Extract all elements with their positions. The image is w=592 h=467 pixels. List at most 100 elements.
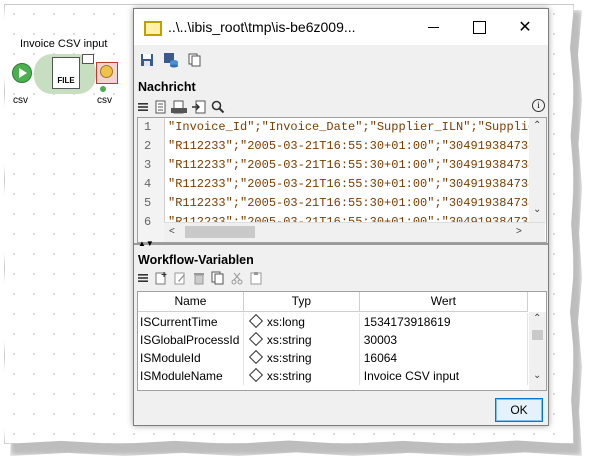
dialog-titlebar[interactable]: ..\..\ibis_root\tmp\is-be6z009... ✕ — [134, 9, 548, 45]
variables-toolbar — [137, 271, 263, 285]
ok-button[interactable]: OK — [495, 398, 543, 422]
info-icon[interactable]: i — [532, 99, 545, 112]
app-icon — [144, 21, 162, 36]
message-text-area[interactable]: 1 "Invoice_Id";"Invoice_Date";"Supplier_I… — [137, 117, 547, 243]
file-icon[interactable]: FILE — [52, 57, 80, 89]
close-button[interactable]: ✕ — [502, 9, 548, 45]
search-icon[interactable] — [211, 100, 225, 114]
scroll-thumb[interactable] — [185, 226, 255, 238]
line-text: "R112233";"2005-03-21T16:55:30+01:00";"3… — [168, 177, 543, 191]
line-text: "R112233";"2005-03-21T16:55:30+01:00";"3… — [168, 196, 543, 210]
module-title: Invoice CSV input — [20, 38, 108, 50]
cell-value: 16064 — [360, 349, 528, 367]
output-port-icon[interactable] — [96, 62, 118, 84]
line-number: 1 — [144, 120, 152, 134]
message-toolbar — [138, 51, 204, 73]
type-text: xs:long — [266, 315, 305, 329]
vertical-scrollbar[interactable]: ⌃ ⌄ — [529, 118, 546, 222]
save-database-button[interactable] — [162, 51, 180, 69]
line-text: "R112233";"2005-03-21T16:55:30+01:00";"3… — [168, 158, 543, 172]
table-row[interactable]: ISGlobalProcessId xs:string 30003 — [138, 331, 528, 349]
output-port-label: csv — [97, 95, 112, 106]
variables-section-label: Workflow-Variablen — [138, 253, 254, 267]
table-row[interactable]: ISModuleId xs:string 16064 — [138, 349, 528, 367]
line-number: 2 — [144, 139, 152, 153]
text-view-icon[interactable] — [153, 100, 167, 114]
code-line: 5 "R112233";"2005-03-21T16:55:30+01:00";"… — [138, 196, 546, 215]
message-section-label: Nachricht — [138, 80, 196, 94]
status-dot-icon — [100, 86, 106, 92]
copy-button[interactable] — [186, 51, 204, 69]
variables-table: Name Typ Wert ISCurrentTime xs:long 1534… — [137, 291, 547, 391]
line-text: "Invoice_Id";"Invoice_Date";"Supplier_IL… — [168, 120, 543, 134]
magnifier-icon — [100, 65, 113, 78]
copy-icon — [188, 53, 201, 67]
minimize-button[interactable] — [410, 9, 456, 45]
cell-value: Invoice CSV input — [360, 367, 528, 385]
column-header-type[interactable]: Typ — [243, 292, 360, 312]
export-icon[interactable] — [191, 100, 207, 114]
delete-icon[interactable] — [192, 271, 206, 285]
scroll-thumb[interactable] — [532, 330, 543, 340]
chevron-right-icon[interactable]: > — [516, 226, 522, 237]
cell-value: 30003 — [360, 331, 528, 349]
code-line: 1 "Invoice_Id";"Invoice_Date";"Supplier_I… — [138, 120, 546, 139]
column-header-name[interactable]: Name — [138, 292, 244, 312]
save-icon — [141, 54, 153, 66]
menu-icon[interactable] — [137, 101, 149, 113]
add-variable-icon[interactable] — [154, 271, 168, 285]
cell-type: xs:string — [244, 331, 360, 349]
line-text: "R112233";"2005-03-21T16:55:30+01:00";"3… — [168, 139, 543, 153]
message-dialog: ..\..\ibis_root\tmp\is-be6z009... ✕ Nach… — [133, 8, 549, 426]
cell-type: xs:string — [244, 349, 360, 367]
menu-icon[interactable] — [137, 272, 149, 284]
line-number: 4 — [144, 177, 152, 191]
type-text: xs:string — [266, 351, 312, 365]
dialog-title: ..\..\ibis_root\tmp\is-be6z009... — [168, 19, 356, 35]
collapse-arrows-icon[interactable]: ▲▼ — [138, 239, 154, 248]
type-text: xs:string — [266, 369, 312, 383]
code-line: 3 "R112233";"2005-03-21T16:55:30+01:00";"… — [138, 158, 546, 177]
table-scrollbar[interactable]: ⌃ ⌄ — [529, 312, 546, 390]
database-icon — [164, 53, 178, 68]
file-label: FILE — [57, 76, 75, 85]
type-text: xs:string — [266, 333, 312, 347]
chevron-down-icon[interactable]: ⌄ — [533, 370, 541, 381]
message-view-toolbar — [137, 98, 225, 116]
cell-type: xs:string — [244, 367, 360, 385]
horizontal-scrollbar[interactable]: < > — [164, 222, 545, 242]
type-icon — [248, 331, 263, 347]
minimize-icon — [427, 26, 439, 28]
pane-splitter[interactable] — [134, 243, 548, 245]
cell-type: xs:long — [244, 313, 360, 331]
comment-icon — [82, 54, 94, 64]
column-header-value[interactable]: Wert — [359, 292, 528, 312]
play-icon[interactable] — [12, 63, 32, 83]
close-icon: ✕ — [518, 19, 532, 36]
line-number: 5 — [144, 196, 152, 210]
maximize-button[interactable] — [456, 9, 502, 45]
input-port-label: csv — [13, 95, 28, 106]
type-icon — [248, 313, 263, 329]
save-button[interactable] — [138, 51, 156, 69]
line-number: 3 — [144, 158, 152, 172]
paste-icon[interactable] — [249, 271, 263, 285]
chevron-up-icon[interactable]: ⌃ — [533, 120, 541, 131]
line-number: 6 — [144, 215, 152, 229]
hex-view-icon[interactable] — [171, 100, 187, 114]
table-header: Name Typ Wert — [138, 292, 528, 312]
table-row[interactable]: ISCurrentTime xs:long 1534173918619 — [138, 313, 528, 331]
cell-name: ISCurrentTime — [138, 313, 244, 331]
chevron-up-icon[interactable]: ⌃ — [533, 313, 541, 324]
type-icon — [248, 349, 263, 365]
table-row[interactable]: ISModuleName xs:string Invoice CSV input — [138, 367, 528, 385]
cell-name: ISModuleName — [138, 367, 244, 385]
cut-icon[interactable] — [230, 271, 244, 285]
edit-icon[interactable] — [173, 271, 187, 285]
cell-name: ISGlobalProcessId — [138, 331, 244, 349]
chevron-left-icon[interactable]: < — [169, 226, 175, 237]
type-icon — [248, 367, 263, 383]
chevron-down-icon[interactable]: ⌄ — [533, 204, 541, 215]
code-line: 4 "R112233";"2005-03-21T16:55:30+01:00";"… — [138, 177, 546, 196]
copy-icon[interactable] — [211, 271, 225, 285]
